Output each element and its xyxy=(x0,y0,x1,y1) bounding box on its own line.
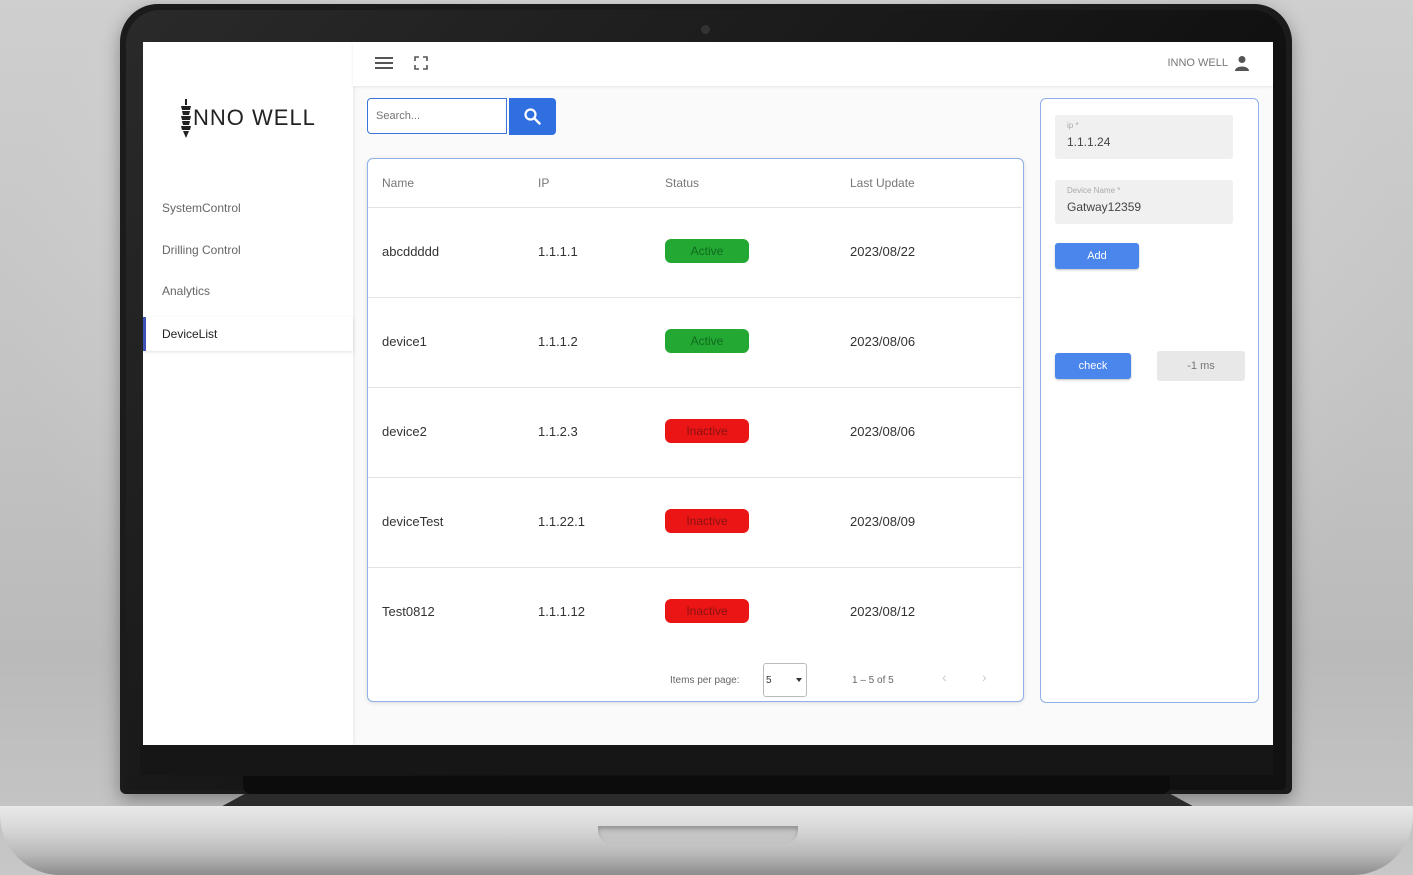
cell-last-update: 2023/08/06 xyxy=(850,334,916,349)
status-badge: Active xyxy=(665,239,749,263)
sidebar-item-drilling-control[interactable]: Drilling Control xyxy=(143,233,353,267)
sidebar: NNO WELL SystemControl Drilling Control … xyxy=(143,42,353,745)
page-size-select[interactable]: 5 xyxy=(763,663,807,697)
status-badge: Active xyxy=(665,329,749,353)
column-header-status[interactable]: Status xyxy=(665,176,699,190)
chevron-right-icon[interactable]: › xyxy=(982,669,987,685)
table-row[interactable]: deviceTest 1.1.22.1 Inactive 2023/08/09 xyxy=(368,477,1022,568)
column-header-ip[interactable]: IP xyxy=(538,176,549,190)
menu-icon[interactable] xyxy=(375,56,393,70)
sidebar-item-analytics[interactable]: Analytics xyxy=(143,274,353,308)
sidebar-item-devicelist[interactable]: DeviceList xyxy=(143,317,353,351)
page-range-label: 1 – 5 of 5 xyxy=(852,675,894,686)
search-input[interactable] xyxy=(367,98,507,134)
page-size-value: 5 xyxy=(766,675,772,686)
ip-field-label: ip * xyxy=(1067,121,1079,130)
cell-name: device2 xyxy=(382,424,427,439)
chevron-left-icon[interactable]: ‹ xyxy=(942,669,947,685)
items-per-page-label: Items per page: xyxy=(670,675,740,686)
ip-input[interactable] xyxy=(1067,135,1217,149)
table-row[interactable]: abcddddd 1.1.1.1 Active 2023/08/22 xyxy=(368,207,1022,298)
user-icon[interactable] xyxy=(1235,55,1249,71)
device-name-field[interactable]: Device Name * xyxy=(1055,180,1233,224)
top-bar: INNO WELL xyxy=(353,42,1273,86)
laptop-chin xyxy=(140,745,1273,775)
ip-field[interactable]: ip * xyxy=(1055,115,1233,159)
cell-ip: 1.1.1.2 xyxy=(538,334,578,349)
brand-name: NNO WELL xyxy=(193,105,316,130)
cell-ip: 1.1.1.12 xyxy=(538,604,585,619)
status-badge: Inactive xyxy=(665,509,749,533)
cell-last-update: 2023/08/12 xyxy=(850,604,916,619)
latency-readout: -1 ms xyxy=(1157,351,1245,381)
active-indicator xyxy=(143,317,146,351)
search-icon xyxy=(524,108,541,125)
device-form: ip * Device Name * Add check -1 ms xyxy=(1040,98,1259,703)
column-header-last-update[interactable]: Last Update xyxy=(850,176,915,190)
add-button[interactable]: Add xyxy=(1055,243,1139,269)
chevron-down-icon xyxy=(796,678,802,682)
table-row[interactable]: Test0812 1.1.1.12 Inactive 2023/08/12 xyxy=(368,567,1022,657)
sidebar-item-label: Drilling Control xyxy=(162,243,241,257)
table-row[interactable]: device1 1.1.1.2 Active 2023/08/06 xyxy=(368,297,1022,388)
status-badge: Inactive xyxy=(665,599,749,623)
cell-ip: 1.1.2.3 xyxy=(538,424,578,439)
table-row[interactable]: device2 1.1.2.3 Inactive 2023/08/06 xyxy=(368,387,1022,478)
fullscreen-icon[interactable] xyxy=(414,56,428,70)
cell-last-update: 2023/08/06 xyxy=(850,424,916,439)
user-name: INNO WELL xyxy=(1167,57,1228,69)
cell-ip: 1.1.1.1 xyxy=(538,244,578,259)
check-button[interactable]: check xyxy=(1055,353,1131,379)
cell-last-update: 2023/08/09 xyxy=(850,514,916,529)
search-button[interactable] xyxy=(509,98,556,135)
cell-name: device1 xyxy=(382,334,427,349)
status-badge: Inactive xyxy=(665,419,749,443)
camera xyxy=(701,25,710,34)
device-name-input[interactable] xyxy=(1067,200,1217,214)
cell-ip: 1.1.22.1 xyxy=(538,514,585,529)
cell-name: Test0812 xyxy=(382,604,435,619)
sidebar-item-systemcontrol[interactable]: SystemControl xyxy=(143,191,353,225)
device-table: Name IP Status Last Update abcddddd 1.1.… xyxy=(367,158,1024,702)
cell-name: deviceTest xyxy=(382,514,444,529)
cell-last-update: 2023/08/22 xyxy=(850,244,916,259)
column-header-name[interactable]: Name xyxy=(382,176,414,190)
laptop-opening-notch xyxy=(598,826,798,844)
device-name-field-label: Device Name * xyxy=(1067,186,1121,195)
laptop-hinge xyxy=(243,776,1170,794)
sidebar-item-label: DeviceList xyxy=(162,327,218,341)
sidebar-item-label: SystemControl xyxy=(162,201,241,215)
cell-name: abcddddd xyxy=(382,244,440,259)
app-screen: NNO WELL SystemControl Drilling Control … xyxy=(143,42,1273,745)
sidebar-item-label: Analytics xyxy=(162,284,211,298)
